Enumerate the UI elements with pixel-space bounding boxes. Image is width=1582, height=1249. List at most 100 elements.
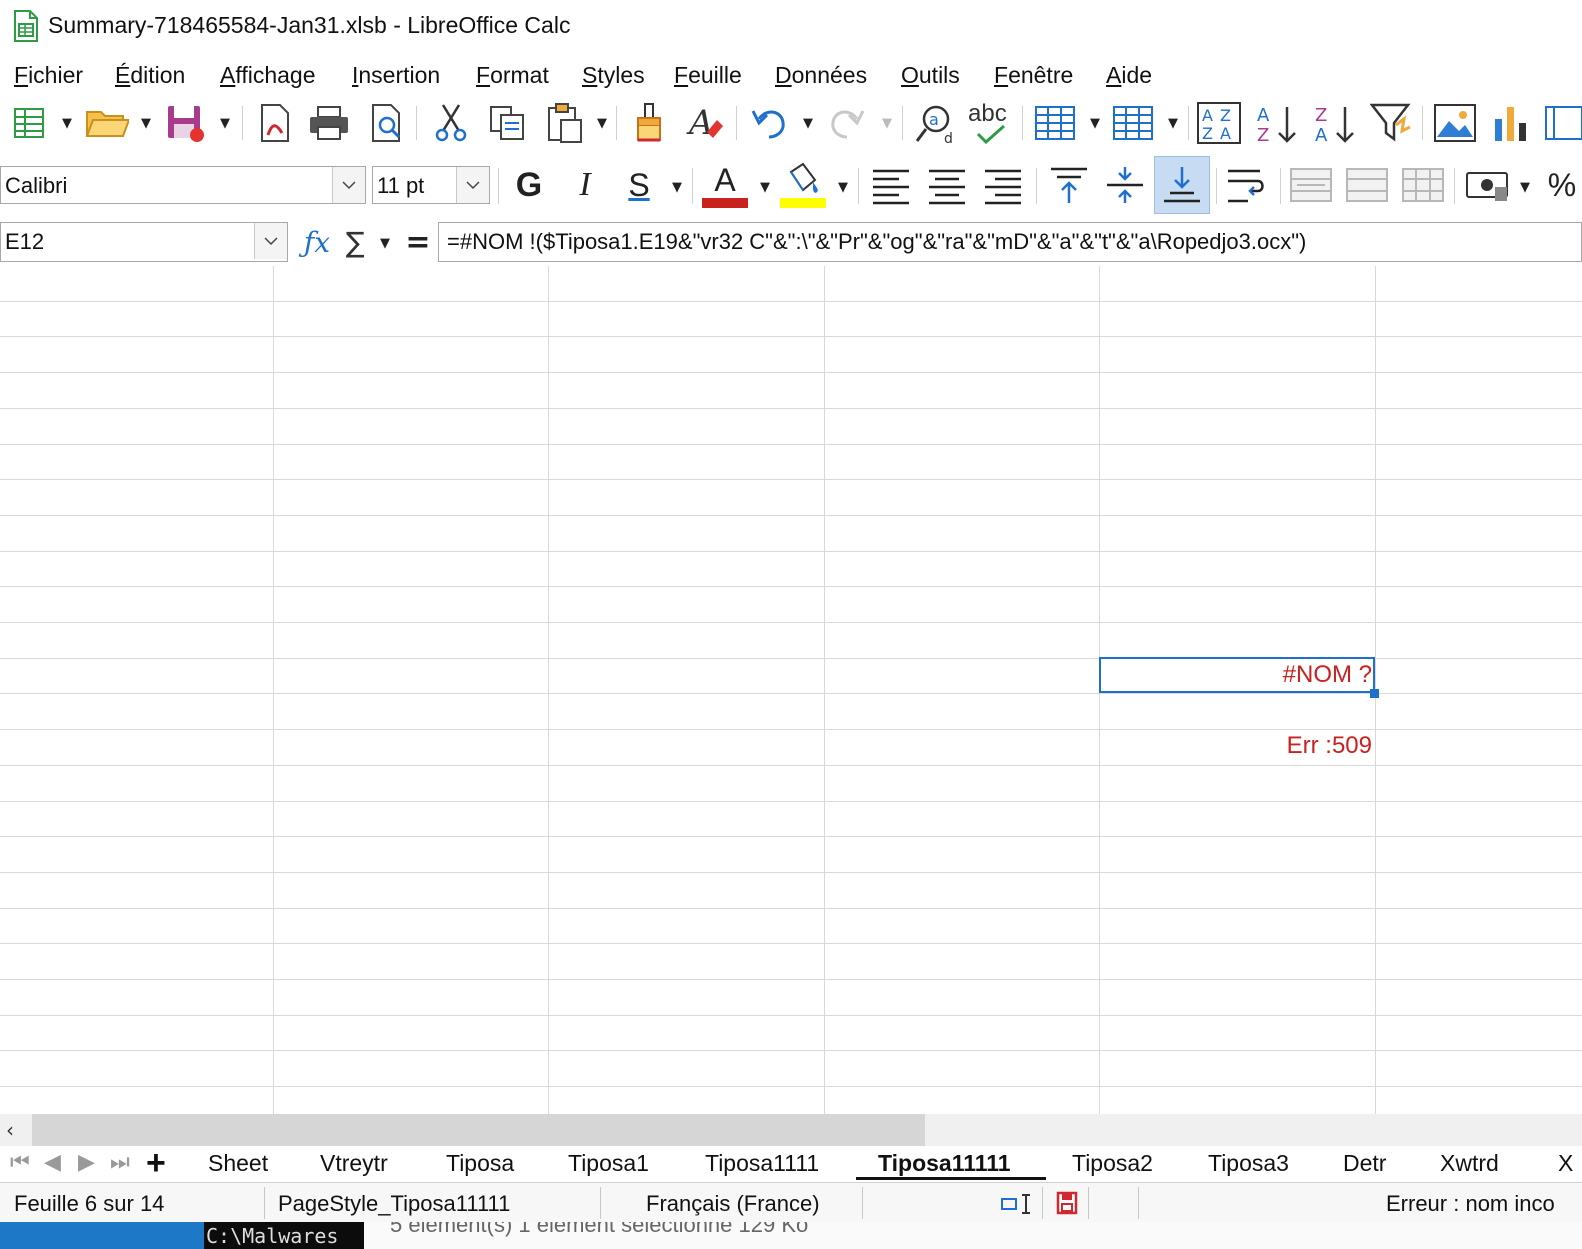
sum-dropdown-icon[interactable]: ▼ [378, 236, 392, 251]
merge-center-button[interactable] [1286, 156, 1336, 214]
spreadsheet-grid[interactable]: #NOM ? Err :509 [0, 266, 1582, 1114]
first-sheet-icon[interactable]: ⏮ [10, 1150, 30, 1175]
add-sheet-icon[interactable]: + [146, 1144, 166, 1183]
spellcheck-icon[interactable]: abc [966, 98, 1012, 148]
row-icon[interactable] [1032, 98, 1078, 148]
paste-dropdown-icon[interactable]: ▼ [595, 116, 609, 131]
next-sheet-icon[interactable]: ▶ [78, 1150, 95, 1175]
sheet-tab[interactable]: X [1558, 1150, 1573, 1177]
explorer-window[interactable]: 5 élément(s) 1 élément sélectionné 129 K… [364, 1222, 1582, 1249]
menu-styles[interactable]: Styles [582, 62, 645, 89]
row-dropdown-icon[interactable]: ▼ [1088, 116, 1102, 131]
menu-fenetre[interactable]: Fenêtre [994, 62, 1073, 89]
font-name-combo[interactable]: Calibri [0, 166, 366, 204]
sort-ascending-icon[interactable]: AZ [1254, 98, 1300, 148]
formula-equals-icon[interactable]: = [400, 222, 436, 262]
scrollbar-thumb[interactable] [32, 1114, 925, 1146]
highlight-dropdown-icon[interactable]: ▼ [836, 180, 850, 195]
pivot-table-icon[interactable] [1540, 98, 1582, 148]
font-color-button[interactable]: A [700, 156, 750, 214]
redo-icon[interactable] [824, 98, 870, 148]
unmerge-cells-button[interactable] [1398, 156, 1448, 214]
chevron-down-icon[interactable] [254, 223, 287, 259]
print-icon[interactable] [306, 98, 352, 148]
font-size-combo[interactable]: 11 pt [372, 166, 490, 204]
currency-dropdown-icon[interactable]: ▼ [1518, 180, 1532, 195]
sort-descending-icon[interactable]: ZA [1312, 98, 1358, 148]
menu-donnees[interactable]: Données [775, 62, 867, 89]
menu-outils[interactable]: Outils [901, 62, 960, 89]
sum-icon[interactable]: ∑ [338, 222, 372, 262]
sort-icon[interactable]: AZZA [1196, 98, 1242, 148]
align-bottom-button[interactable] [1154, 156, 1210, 214]
menu-fichier[interactable]: Fichier [14, 62, 83, 89]
menu-aide[interactable]: Aide [1106, 62, 1152, 89]
sheet-tab[interactable]: Xwtrd [1440, 1150, 1499, 1177]
clone-formatting-icon[interactable] [626, 98, 672, 148]
open-dropdown-icon[interactable]: ▼ [139, 116, 153, 131]
insert-chart-icon[interactable] [1488, 98, 1534, 148]
function-wizard-icon[interactable]: ƒx [298, 222, 336, 262]
page-style[interactable]: PageStyle_Tiposa11111 [278, 1191, 510, 1217]
align-right-button[interactable] [978, 156, 1028, 214]
underline-dropdown-icon[interactable]: ▼ [670, 180, 684, 195]
prev-sheet-icon[interactable]: ◀ [44, 1150, 61, 1175]
align-center-button[interactable] [922, 156, 972, 214]
insert-mode-icon[interactable] [1000, 1193, 1036, 1215]
new-dropdown-icon[interactable]: ▼ [60, 116, 74, 131]
open-folder-icon[interactable] [84, 98, 130, 148]
find-replace-icon[interactable]: ad [912, 98, 958, 148]
sheet-tab[interactable]: Tiposa [446, 1150, 514, 1177]
sheet-tab[interactable]: Tiposa2 [1072, 1150, 1153, 1177]
save-dropdown-icon[interactable]: ▼ [218, 116, 232, 131]
align-middle-button[interactable] [1100, 156, 1150, 214]
sheet-tab-active[interactable]: Tiposa11111 [878, 1150, 1011, 1177]
align-left-button[interactable] [866, 156, 916, 214]
column-dropdown-icon[interactable]: ▼ [1166, 116, 1180, 131]
sheet-tab[interactable]: Tiposa3 [1208, 1150, 1289, 1177]
italic-button[interactable]: I [560, 156, 610, 214]
align-top-button[interactable] [1044, 156, 1094, 214]
scroll-left-icon[interactable]: ‹ [6, 1118, 14, 1142]
redo-dropdown-icon[interactable]: ▼ [880, 116, 894, 131]
document-modified-icon[interactable] [1056, 1191, 1078, 1215]
sheet-tab[interactable]: Tiposa1111 [705, 1150, 819, 1177]
copy-icon[interactable] [484, 98, 530, 148]
sheet-tab[interactable]: Tiposa1 [568, 1150, 649, 1177]
autofilter-icon[interactable] [1368, 98, 1414, 148]
fill-handle[interactable] [1370, 689, 1379, 698]
sheet-tab[interactable]: Detr [1343, 1150, 1386, 1177]
name-box[interactable]: E12 [0, 222, 288, 262]
formula-input[interactable]: =#NOM !($Tiposa1.E19&"vr32 C"&":\"&"Pr"&… [438, 222, 1582, 262]
sheet-tab[interactable]: Sheet [208, 1150, 268, 1177]
save-icon[interactable] [162, 98, 208, 148]
undo-icon[interactable] [746, 98, 792, 148]
chevron-down-icon[interactable] [332, 167, 365, 203]
number-format-percent-button[interactable]: % [1542, 156, 1582, 214]
print-preview-icon[interactable] [364, 98, 410, 148]
undo-dropdown-icon[interactable]: ▼ [801, 116, 815, 131]
font-color-dropdown-icon[interactable]: ▼ [758, 180, 772, 195]
insert-image-icon[interactable] [1432, 98, 1478, 148]
sheet-tab[interactable]: Vtreytr [320, 1150, 388, 1177]
menu-affichage[interactable]: Affichage [220, 62, 315, 89]
last-sheet-icon[interactable]: ⏭ [110, 1150, 130, 1175]
clear-formatting-icon[interactable]: A [682, 98, 728, 148]
underline-button[interactable]: S [614, 156, 664, 214]
highlight-button[interactable] [778, 156, 828, 214]
menu-format[interactable]: Format [476, 62, 549, 89]
new-spreadsheet-icon[interactable] [6, 98, 52, 148]
language[interactable]: Français (France) [646, 1191, 820, 1217]
bold-button[interactable]: G [504, 156, 554, 214]
paste-icon[interactable] [542, 98, 588, 148]
menu-insertion[interactable]: Insertion [352, 62, 440, 89]
menu-edition[interactable]: Édition [115, 62, 185, 89]
cut-icon[interactable] [428, 98, 474, 148]
column-icon[interactable] [1110, 98, 1156, 148]
chevron-down-icon[interactable] [456, 167, 489, 203]
menu-feuille[interactable]: Feuille [674, 62, 742, 89]
number-format-currency-button[interactable] [1462, 156, 1512, 214]
merge-cells-button[interactable] [1342, 156, 1392, 214]
export-pdf-icon[interactable] [252, 98, 298, 148]
wrap-text-button[interactable] [1222, 156, 1272, 214]
